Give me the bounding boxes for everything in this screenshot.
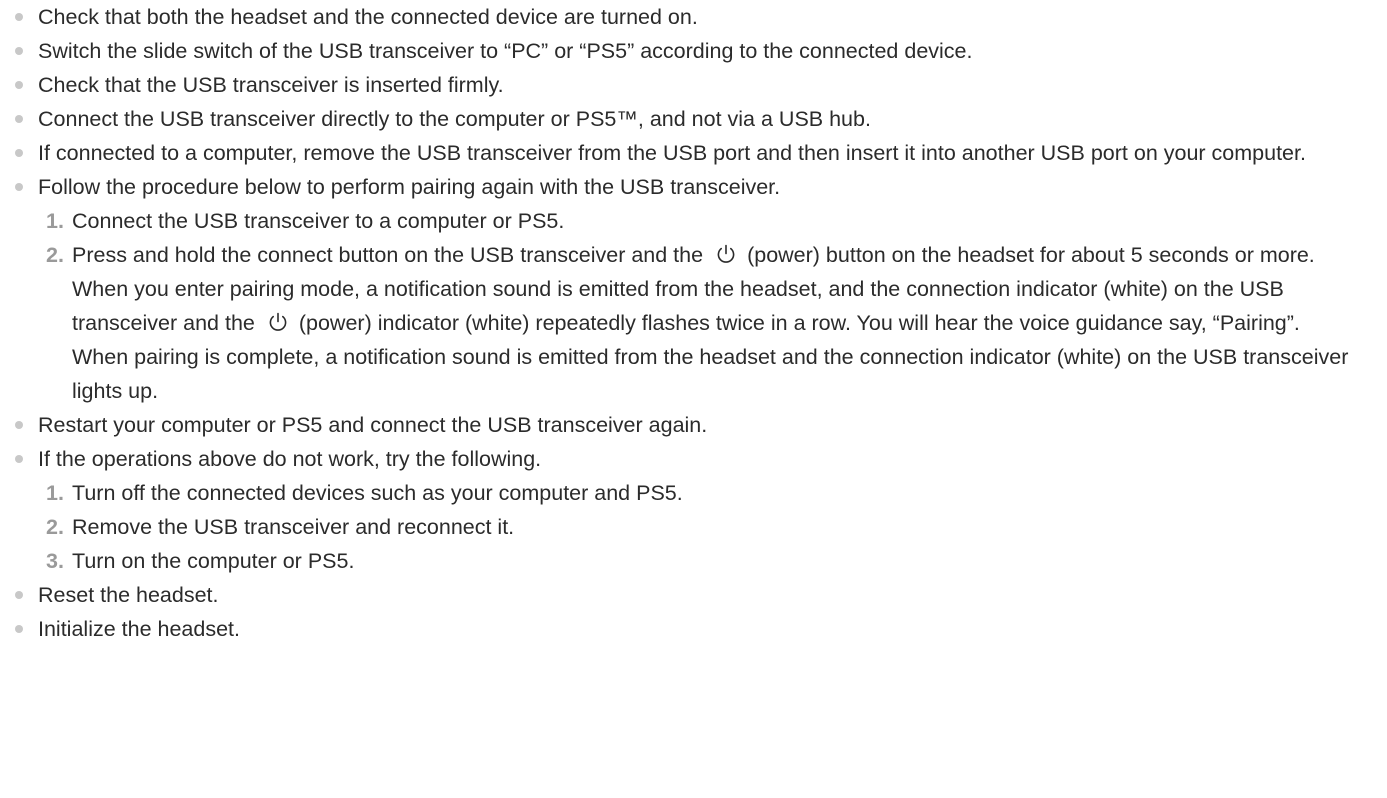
bullet-icon — [15, 81, 23, 89]
step-paragraph: Press and hold the connect button on the… — [72, 238, 1379, 272]
bullet-icon — [15, 591, 23, 599]
step-number: 2. — [46, 243, 64, 267]
step-number: 1. — [46, 481, 64, 505]
item-text: Restart your computer or PS5 and connect… — [38, 413, 708, 437]
list-item: Restart your computer or PS5 and connect… — [0, 408, 1387, 442]
step-text: (power) button on the headset for about … — [747, 243, 1315, 267]
fallback-steps: 1. Turn off the connected devices such a… — [38, 476, 1383, 578]
step-text: Turn on the computer or PS5. — [72, 549, 355, 573]
list-item: Connect the USB transceiver directly to … — [0, 102, 1387, 136]
step-paragraph: When you enter pairing mode, a notificat… — [72, 272, 1379, 340]
step-item: 1. Turn off the connected devices such a… — [38, 476, 1383, 510]
bullet-icon — [15, 421, 23, 429]
step-item: 2. Press and hold the connect button on … — [38, 238, 1383, 408]
pairing-steps: 1. Connect the USB transceiver to a comp… — [38, 204, 1383, 408]
bullet-icon — [15, 115, 23, 123]
item-text: Connect the USB transceiver directly to … — [38, 107, 871, 131]
item-text: Follow the procedure below to perform pa… — [38, 175, 781, 199]
item-text: If connected to a computer, remove the U… — [38, 141, 1306, 165]
bullet-icon — [15, 13, 23, 21]
item-text: If the operations above do not work, try… — [38, 447, 542, 471]
step-text: Connect the USB transceiver to a compute… — [72, 209, 565, 233]
list-item: Reset the headset. — [0, 578, 1387, 612]
item-text: Check that both the headset and the conn… — [38, 5, 698, 29]
list-item: Initialize the headset. — [0, 612, 1387, 646]
item-text: Reset the headset. — [38, 583, 219, 607]
troubleshooting-list: Check that both the headset and the conn… — [0, 0, 1387, 646]
bullet-icon — [15, 625, 23, 633]
bullet-icon — [15, 47, 23, 55]
step-text: Remove the USB transceiver and reconnect… — [72, 515, 515, 539]
step-number: 2. — [46, 515, 64, 539]
list-item: Switch the slide switch of the USB trans… — [0, 34, 1387, 68]
step-number: 1. — [46, 209, 64, 233]
troubleshooting-list-page: Check that both the headset and the conn… — [0, 0, 1387, 646]
list-item: If the operations above do not work, try… — [0, 442, 1387, 578]
list-item: Follow the procedure below to perform pa… — [0, 170, 1387, 408]
item-text: Initialize the headset. — [38, 617, 240, 641]
step-item: 1. Connect the USB transceiver to a comp… — [38, 204, 1383, 238]
list-item: If connected to a computer, remove the U… — [0, 136, 1387, 170]
step-paragraph: When pairing is complete, a notification… — [72, 345, 1349, 403]
step-text: Press and hold the connect button on the… — [72, 243, 704, 267]
list-item: Check that the USB transceiver is insert… — [0, 68, 1387, 102]
bullet-icon — [15, 183, 23, 191]
item-text: Switch the slide switch of the USB trans… — [38, 39, 973, 63]
step-item: 3. Turn on the computer or PS5. — [38, 544, 1383, 578]
bullet-icon — [15, 455, 23, 463]
power-icon — [715, 243, 737, 265]
step-item: 2. Remove the USB transceiver and reconn… — [38, 510, 1383, 544]
step-text: Turn off the connected devices such as y… — [72, 481, 683, 505]
power-icon — [267, 311, 289, 333]
step-text: (power) indicator (white) repeatedly fla… — [298, 311, 1300, 335]
list-item: Check that both the headset and the conn… — [0, 0, 1387, 34]
step-number: 3. — [46, 549, 64, 573]
item-text: Check that the USB transceiver is insert… — [38, 73, 504, 97]
bullet-icon — [15, 149, 23, 157]
